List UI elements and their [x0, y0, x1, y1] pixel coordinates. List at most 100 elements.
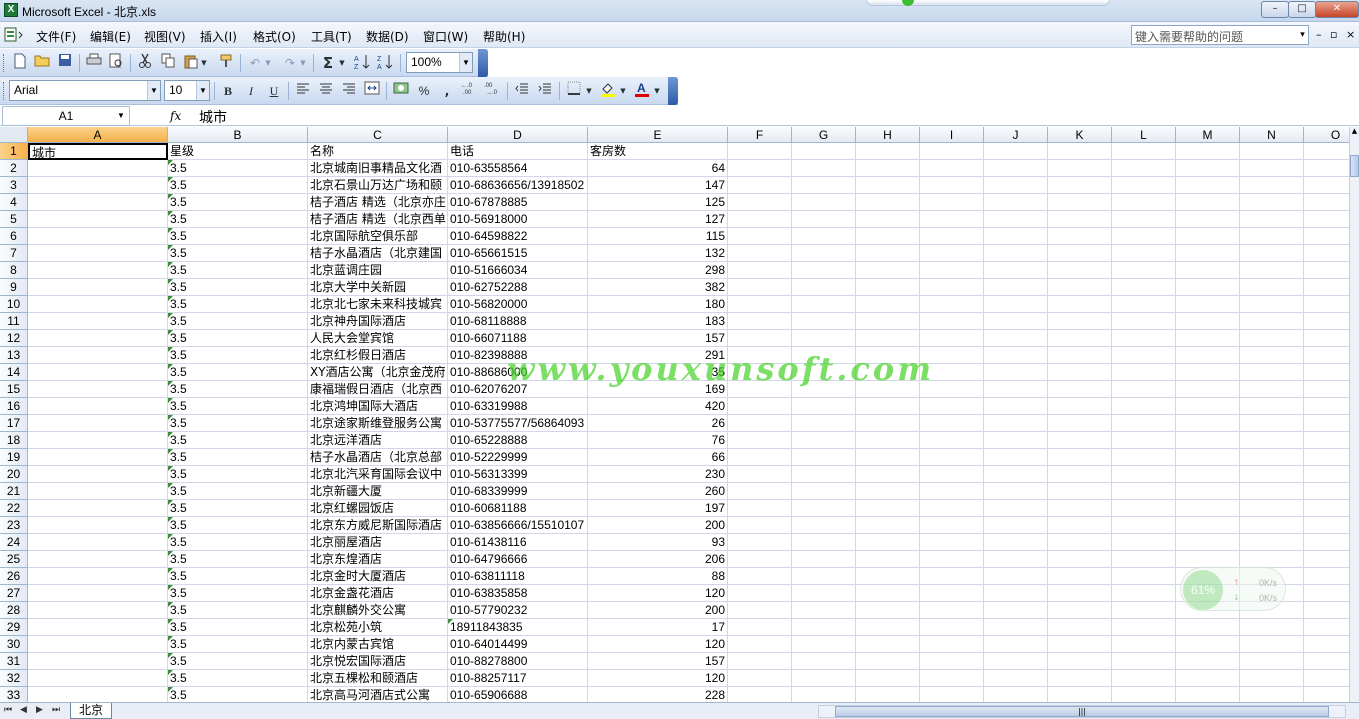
table-cell[interactable]: 147 [588, 177, 728, 194]
cell[interactable] [1176, 313, 1240, 330]
decrease-indent-icon[interactable] [512, 81, 532, 101]
cell[interactable] [1176, 449, 1240, 466]
save-icon[interactable] [55, 53, 75, 73]
column-header-e[interactable]: E [588, 127, 728, 143]
cell[interactable] [984, 160, 1048, 177]
cell[interactable] [1176, 670, 1240, 687]
column-header-l[interactable]: L [1112, 127, 1176, 143]
formula-input[interactable]: 城市 [199, 107, 227, 127]
table-cell[interactable]: 010-82398888 [448, 347, 588, 364]
table-cell[interactable]: 010-88686000 [448, 364, 588, 381]
cell[interactable] [792, 364, 856, 381]
table-cell[interactable] [28, 160, 168, 177]
cell[interactable] [1112, 534, 1176, 551]
table-cell[interactable] [28, 551, 168, 568]
name-box-dropdown-icon[interactable]: ▼ [115, 107, 127, 125]
table-cell[interactable]: 北京金时大厦酒店 [308, 568, 448, 585]
new-icon[interactable] [10, 53, 30, 73]
column-header-n[interactable]: N [1240, 127, 1304, 143]
cell[interactable] [1176, 687, 1240, 702]
row-header[interactable]: 32 [0, 670, 28, 687]
table-cell[interactable] [28, 432, 168, 449]
cell[interactable] [1048, 177, 1112, 194]
cell[interactable] [920, 670, 984, 687]
cell[interactable] [920, 551, 984, 568]
print-icon[interactable] [84, 53, 104, 73]
cell[interactable] [1240, 687, 1304, 702]
cell[interactable] [984, 211, 1048, 228]
worksheet-grid[interactable]: ABCDEFGHIJKLMNO 1 2 3 4 5 6 7 8 9 10 11 12 13 14 15 16 1… [0, 127, 1349, 702]
menu-view[interactable]: 视图(V) [144, 28, 186, 45]
cell[interactable] [920, 534, 984, 551]
table-cell[interactable] [28, 500, 168, 517]
align-right-icon[interactable] [339, 81, 359, 101]
insert-function-icon[interactable]: fx [170, 109, 181, 123]
cell[interactable] [1112, 585, 1176, 602]
table-cell[interactable]: 3.5 [168, 194, 308, 211]
cell[interactable] [1176, 211, 1240, 228]
cell[interactable] [856, 296, 920, 313]
cell[interactable] [728, 160, 792, 177]
row-header[interactable]: 7 [0, 245, 28, 262]
cell[interactable] [856, 483, 920, 500]
font-color-icon[interactable]: A [632, 81, 652, 101]
cell[interactable] [1304, 653, 1349, 670]
cell[interactable] [792, 449, 856, 466]
cell[interactable] [1240, 194, 1304, 211]
cell[interactable] [984, 602, 1048, 619]
font-size-select[interactable]: 10 ▼ [164, 80, 210, 101]
cell[interactable] [856, 653, 920, 670]
table-cell[interactable] [28, 177, 168, 194]
cell[interactable] [1048, 483, 1112, 500]
menu-help[interactable]: 帮助(H) [483, 28, 525, 45]
table-cell[interactable]: 北京红螺园饭店 [308, 500, 448, 517]
cell[interactable] [856, 381, 920, 398]
table-cell[interactable]: 180 [588, 296, 728, 313]
table-cell[interactable]: 010-64598822 [448, 228, 588, 245]
table-cell[interactable]: 157 [588, 330, 728, 347]
table-cell[interactable]: 3.5 [168, 415, 308, 432]
menu-format[interactable]: 格式(O) [253, 28, 296, 45]
table-cell[interactable]: 010-68339999 [448, 483, 588, 500]
paste-dropdown-icon[interactable]: ▼ [199, 53, 209, 73]
cell[interactable] [920, 381, 984, 398]
cell[interactable] [792, 466, 856, 483]
decrease-decimal-icon[interactable]: .00 →.0 [483, 81, 503, 101]
table-cell[interactable]: 3.5 [168, 381, 308, 398]
cell[interactable] [792, 296, 856, 313]
table-cell[interactable]: 66 [588, 449, 728, 466]
table-cell[interactable] [28, 483, 168, 500]
cell[interactable] [728, 602, 792, 619]
excel-app-icon[interactable]: X [4, 3, 18, 17]
cell[interactable] [1048, 636, 1112, 653]
cell[interactable] [920, 653, 984, 670]
cell[interactable] [1304, 398, 1349, 415]
table-cell[interactable] [28, 602, 168, 619]
cell[interactable] [1176, 432, 1240, 449]
row-header[interactable]: 24 [0, 534, 28, 551]
cell[interactable] [984, 517, 1048, 534]
fill-color-dropdown-icon[interactable]: ▼ [618, 81, 628, 101]
cell[interactable] [792, 211, 856, 228]
cell[interactable] [792, 534, 856, 551]
redo-dropdown-icon[interactable]: ▼ [298, 53, 308, 73]
cell[interactable] [1304, 330, 1349, 347]
table-cell[interactable]: 北京红杉假日酒店 [308, 347, 448, 364]
cell[interactable] [792, 653, 856, 670]
table-cell[interactable]: 200 [588, 517, 728, 534]
table-cell[interactable]: 3.5 [168, 160, 308, 177]
row-header[interactable]: 18 [0, 432, 28, 449]
cell[interactable] [1112, 551, 1176, 568]
cell[interactable] [856, 602, 920, 619]
format-painter-icon[interactable] [216, 53, 236, 73]
cell[interactable] [1112, 296, 1176, 313]
cell[interactable] [728, 381, 792, 398]
column-header-h[interactable]: H [856, 127, 920, 143]
cell[interactable] [920, 143, 984, 160]
cell[interactable] [1112, 381, 1176, 398]
table-cell[interactable]: 010-63319988 [448, 398, 588, 415]
cell[interactable] [920, 245, 984, 262]
cell[interactable] [792, 381, 856, 398]
cell[interactable] [1048, 296, 1112, 313]
cell[interactable] [1176, 228, 1240, 245]
